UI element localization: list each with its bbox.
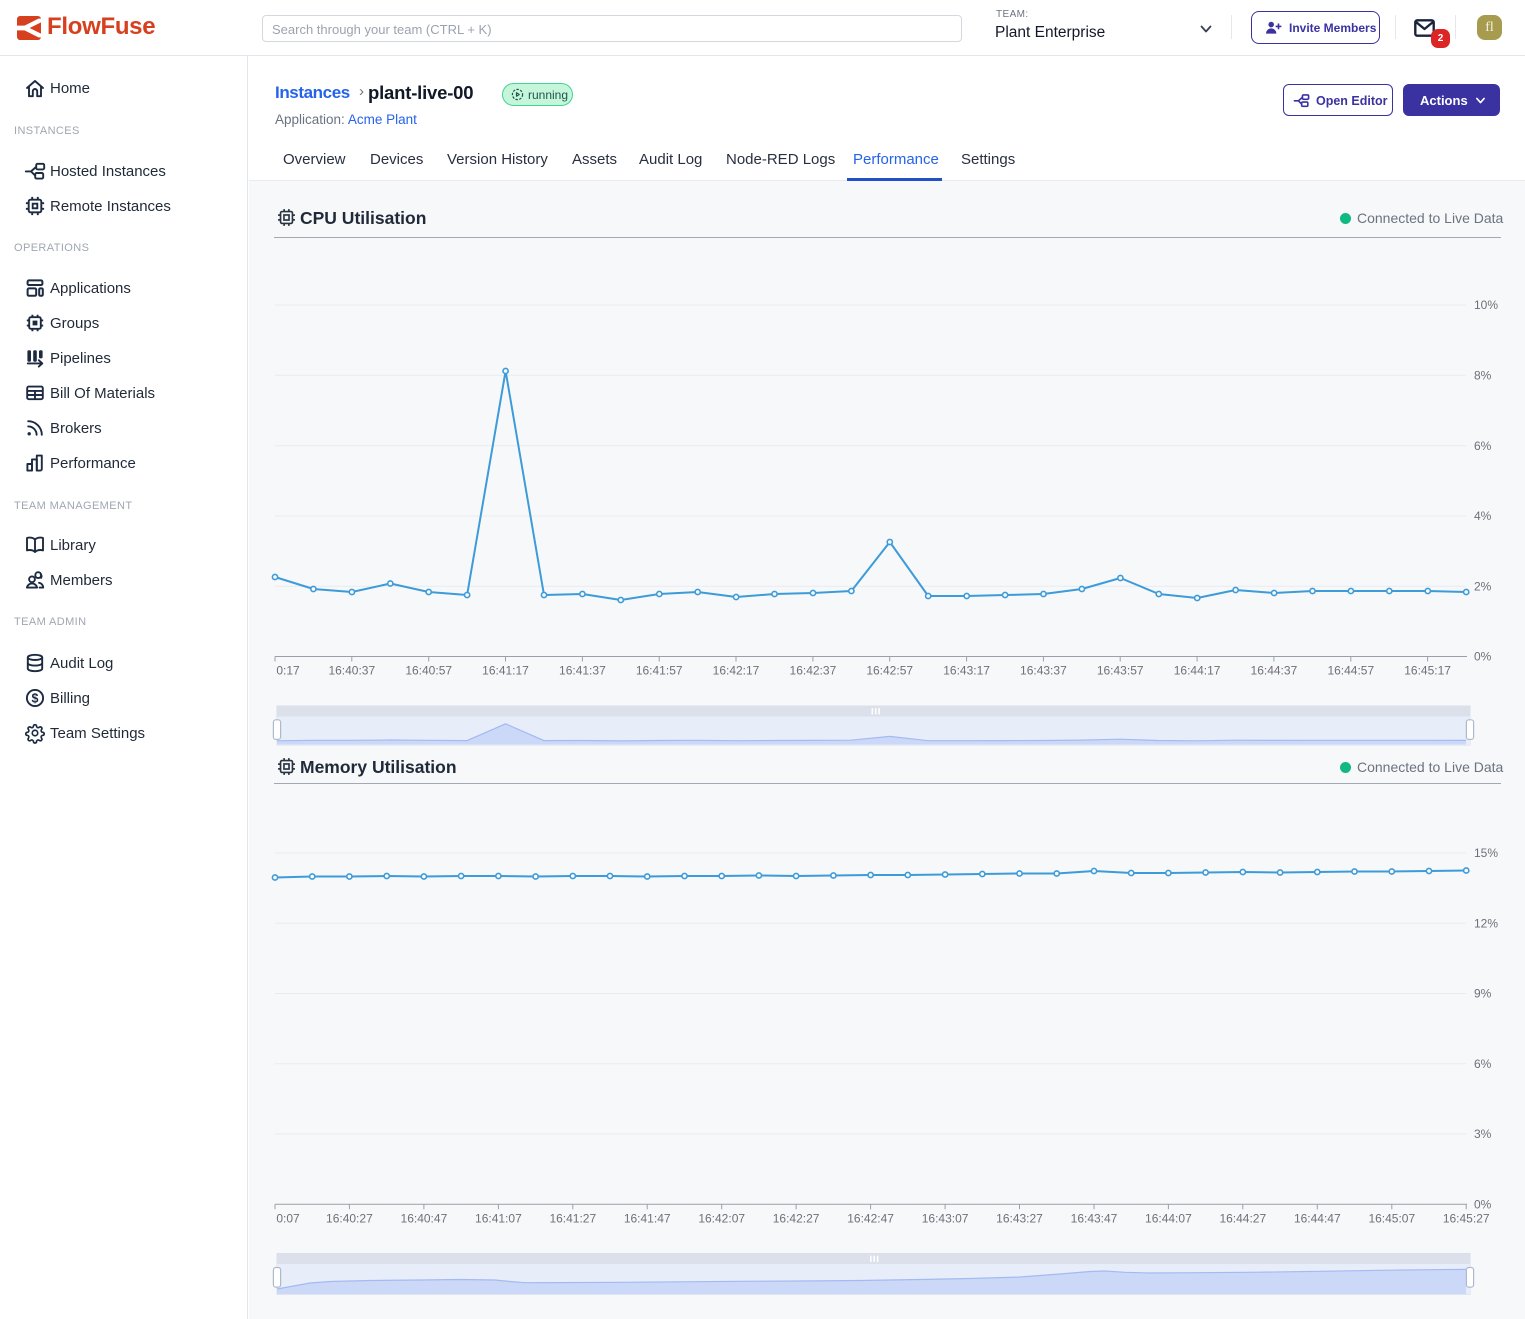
svg-text:16:42:27: 16:42:27 xyxy=(773,1212,820,1226)
svg-text:2%: 2% xyxy=(1474,580,1492,594)
svg-text:9%: 9% xyxy=(1474,987,1492,1001)
svg-text:12%: 12% xyxy=(1474,917,1498,931)
svg-text:16:44:47: 16:44:47 xyxy=(1294,1212,1341,1226)
svg-text:16:40:47: 16:40:47 xyxy=(401,1212,448,1226)
svg-text:16:44:37: 16:44:37 xyxy=(1251,664,1298,678)
svg-text:16:40:57: 16:40:57 xyxy=(405,664,452,678)
svg-text:16:43:17: 16:43:17 xyxy=(943,664,990,678)
svg-text:16:41:57: 16:41:57 xyxy=(636,664,683,678)
svg-text:3%: 3% xyxy=(1474,1127,1492,1141)
svg-text:16:44:57: 16:44:57 xyxy=(1327,664,1374,678)
svg-text:16:40:27: 16:40:27 xyxy=(326,1212,373,1226)
svg-text:16:45:17: 16:45:17 xyxy=(1404,664,1451,678)
svg-text:16:41:27: 16:41:27 xyxy=(549,1212,596,1226)
svg-text:16:43:07: 16:43:07 xyxy=(922,1212,969,1226)
svg-text:16:45:27: 16:45:27 xyxy=(1443,1212,1490,1226)
svg-text:6%: 6% xyxy=(1474,439,1492,453)
svg-text:6%: 6% xyxy=(1474,1057,1492,1071)
svg-text:16:45:07: 16:45:07 xyxy=(1368,1212,1415,1226)
svg-text:16:42:47: 16:42:47 xyxy=(847,1212,894,1226)
svg-text:16:44:07: 16:44:07 xyxy=(1145,1212,1192,1226)
svg-text:0:07: 0:07 xyxy=(276,1212,300,1226)
svg-text:16:42:57: 16:42:57 xyxy=(866,664,913,678)
svg-text:0%: 0% xyxy=(1474,1198,1492,1212)
svg-text:4%: 4% xyxy=(1474,509,1492,523)
svg-text:16:40:37: 16:40:37 xyxy=(328,664,375,678)
svg-text:16:41:07: 16:41:07 xyxy=(475,1212,522,1226)
svg-text:16:43:47: 16:43:47 xyxy=(1071,1212,1118,1226)
svg-text:16:41:17: 16:41:17 xyxy=(482,664,529,678)
svg-text:16:42:37: 16:42:37 xyxy=(790,664,837,678)
svg-text:15%: 15% xyxy=(1474,846,1498,860)
svg-text:16:41:47: 16:41:47 xyxy=(624,1212,671,1226)
svg-text:$: $ xyxy=(32,691,39,705)
svg-text:0%: 0% xyxy=(1474,650,1492,664)
svg-text:16:43:27: 16:43:27 xyxy=(996,1212,1043,1226)
svg-text:16:43:37: 16:43:37 xyxy=(1020,664,1067,678)
svg-text:8%: 8% xyxy=(1474,369,1492,383)
svg-text:16:43:57: 16:43:57 xyxy=(1097,664,1144,678)
svg-text:0:17: 0:17 xyxy=(276,664,300,678)
svg-text:16:42:07: 16:42:07 xyxy=(698,1212,745,1226)
svg-text:16:41:37: 16:41:37 xyxy=(559,664,606,678)
svg-text:16:44:27: 16:44:27 xyxy=(1219,1212,1266,1226)
svg-text:10%: 10% xyxy=(1474,298,1498,312)
svg-text:16:44:17: 16:44:17 xyxy=(1174,664,1221,678)
svg-text:16:42:17: 16:42:17 xyxy=(713,664,760,678)
